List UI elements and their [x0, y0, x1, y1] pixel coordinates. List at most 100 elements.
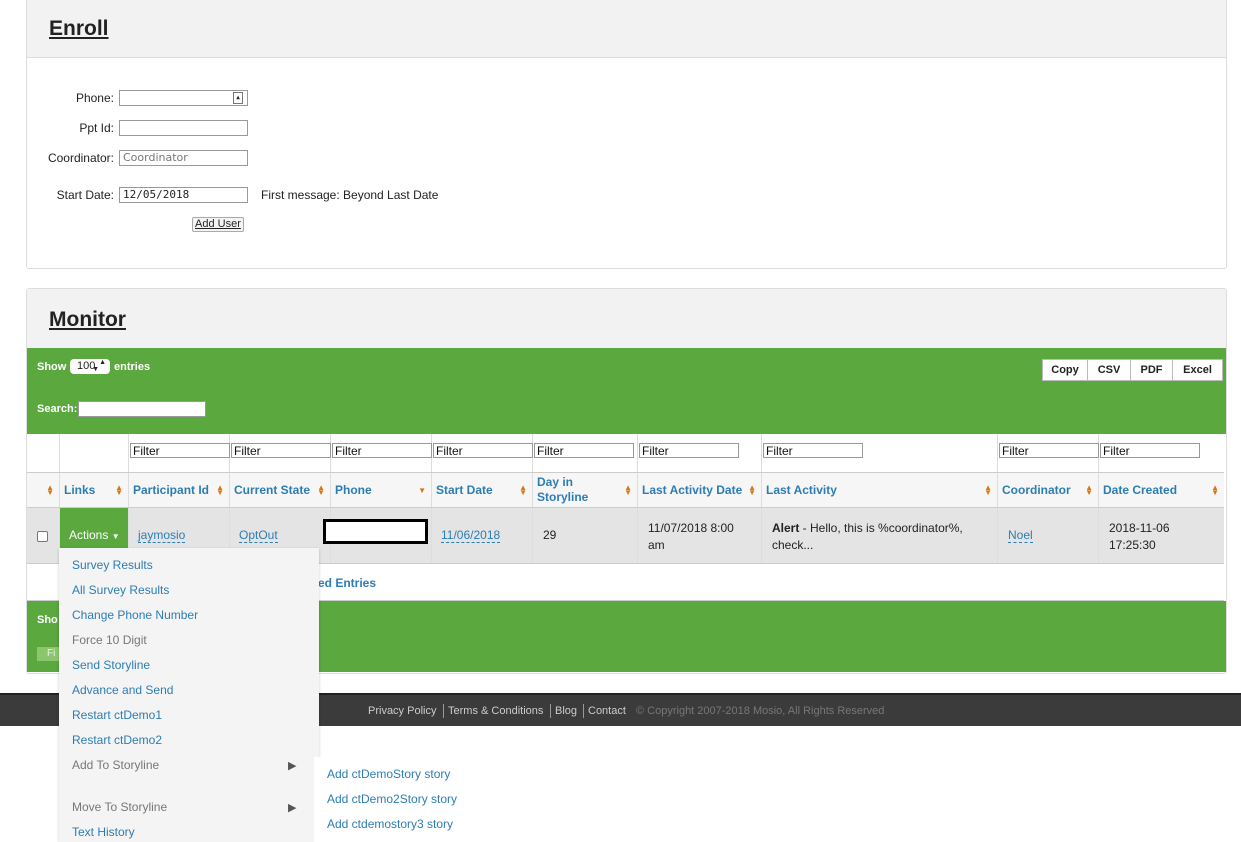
copy-button[interactable]: Copy — [1042, 359, 1088, 381]
coordinator-link[interactable]: Noel — [1008, 528, 1033, 543]
ppt-id-label: Ppt Id: — [79, 121, 114, 135]
menu-force-10-digit[interactable]: Force 10 Digit — [72, 633, 147, 647]
participant-link[interactable]: jaymosio — [138, 528, 186, 543]
ppt-id-input[interactable] — [119, 120, 248, 136]
submenu-item[interactable]: Add ctDemoStory story — [327, 767, 450, 781]
filter-participant[interactable]: Filter — [130, 443, 230, 458]
header-label: Last Activity Date — [642, 483, 743, 497]
header-participant[interactable]: Participant Id ▲ ▼ — [129, 473, 230, 507]
sort-icon: ▲ ▼ — [1211, 483, 1219, 497]
filter-last-activity[interactable]: Filter — [763, 443, 863, 458]
phone-input[interactable]: ▲ — [119, 90, 248, 106]
show-label: Show — [37, 361, 67, 373]
filter-last-date[interactable]: Filter — [639, 443, 739, 458]
header-coordinator[interactable]: Coordinator ▲ ▼ — [998, 473, 1099, 507]
sort-icon: ▲ ▼ — [317, 483, 325, 497]
created-cell: 2018-11-06 17:25:30 — [1099, 508, 1224, 563]
entries-select[interactable]: 100 ▲ ▼ — [70, 359, 110, 374]
filter-day[interactable]: Filter — [534, 443, 634, 458]
sort-icon: ▲ ▼ — [519, 483, 527, 497]
last-date-cell: 11/07/2018 8:00 am — [638, 508, 762, 563]
filter-phone[interactable]: Filter — [332, 443, 432, 458]
created-value: 2018-11-06 17:25:30 — [1109, 521, 1170, 552]
filter-cell: Filter — [638, 434, 762, 472]
header-label: Coordinator — [1002, 483, 1071, 497]
entries-label: entries — [114, 361, 151, 373]
header-day[interactable]: Day in Storyline ▲ ▼ — [533, 473, 638, 507]
filter-start[interactable]: Filter — [433, 443, 533, 458]
menu-text-history[interactable]: Text History — [72, 825, 135, 839]
filter-cell — [27, 434, 60, 472]
header-last-date[interactable]: Last Activity Date ▲ ▼ — [638, 473, 762, 507]
filter-cell: Filter — [762, 434, 998, 472]
pdf-button[interactable]: PDF — [1130, 359, 1173, 381]
filter-created[interactable]: Filter — [1100, 443, 1200, 458]
header-links[interactable]: Links ▲ ▼ — [60, 473, 129, 507]
enroll-header: Enroll — [27, 0, 1226, 58]
sort-icon: ▲ ▼ — [46, 483, 54, 497]
header-select[interactable]: ▲ ▼ — [27, 473, 60, 507]
terms-link[interactable]: Terms & Conditions — [448, 705, 543, 717]
selected-entries-link[interactable]: ted Entries — [314, 576, 376, 590]
submenu-arrow-icon: ▶ — [288, 802, 297, 814]
last-activity-text: - Hello, this is %coordinator%, check... — [772, 521, 963, 552]
contact-link[interactable]: Contact — [588, 705, 626, 717]
menu-change-phone[interactable]: Change Phone Number — [72, 608, 198, 622]
header-start[interactable]: Start Date ▲ ▼ — [432, 473, 533, 507]
menu-move-to-storyline[interactable]: Move To Storyline — [72, 800, 167, 814]
actions-label: Actions — [69, 528, 109, 542]
header-last-activity[interactable]: Last Activity ▲ ▼ — [762, 473, 998, 507]
first-message-text: First message: Beyond Last Date — [261, 188, 439, 202]
menu-survey-results[interactable]: Survey Results — [72, 558, 153, 572]
last-activity-cell: Alert - Hello, this is %coordinator%, ch… — [762, 508, 998, 563]
filter-coordinator[interactable]: Filter — [999, 443, 1099, 458]
menu-all-survey-results[interactable]: All Survey Results — [72, 583, 169, 597]
footer-separator — [583, 704, 584, 718]
footer-separator — [550, 704, 551, 718]
header-state[interactable]: Current State ▲ ▼ — [230, 473, 331, 507]
start-date-input[interactable]: 12/05/2018 — [119, 187, 248, 203]
actions-button[interactable]: Actions ▼ — [69, 528, 120, 542]
add-user-button[interactable]: Add User — [192, 217, 244, 232]
header-label: Start Date — [436, 483, 493, 497]
coordinator-cell: Noel — [998, 508, 1099, 563]
menu-restart-ctdemo2[interactable]: Restart ctDemo2 — [72, 733, 162, 747]
blog-link[interactable]: Blog — [555, 705, 577, 717]
menu-add-to-storyline[interactable]: Add To Storyline — [72, 758, 159, 772]
sort-icon: ▲ ▼ — [624, 483, 632, 497]
start-date-label: Start Date: — [56, 188, 114, 202]
submenu-item[interactable]: Add ctdemostory3 story — [327, 817, 453, 831]
header-label: Links — [64, 483, 96, 497]
coordinator-label: Coordinator: — [47, 151, 114, 165]
sort-icon: ▲ ▼ — [984, 483, 992, 497]
search-label: Search: — [37, 403, 78, 415]
sort-icon: ▲ ▼ — [748, 483, 756, 497]
filter-state[interactable]: Filter — [231, 443, 331, 458]
row-checkbox[interactable] — [37, 531, 48, 542]
header-created[interactable]: Date Created ▲ ▼ — [1099, 473, 1224, 507]
filter-cell: Filter — [331, 434, 432, 472]
header-phone[interactable]: Phone ▼ — [331, 473, 432, 507]
submenu-item[interactable]: Add ctDemo2Story story — [327, 792, 457, 806]
sort-icon: ▲ ▼ — [115, 483, 123, 497]
state-link[interactable]: OptOut — [239, 528, 278, 543]
excel-button[interactable]: Excel — [1172, 359, 1223, 381]
day-value: 29 — [543, 528, 557, 542]
last-activity-type: Alert — [772, 521, 800, 535]
sort-icon: ▲ ▼ — [1085, 483, 1093, 497]
filter-cell: Filter — [432, 434, 533, 472]
actions-menu: Survey Results All Survey Results Change… — [59, 548, 319, 842]
search-input[interactable] — [78, 401, 206, 417]
privacy-link[interactable]: Privacy Policy — [368, 705, 436, 717]
menu-restart-ctdemo1[interactable]: Restart ctDemo1 — [72, 708, 162, 722]
csv-button[interactable]: CSV — [1087, 359, 1131, 381]
menu-advance-send[interactable]: Advance and Send — [72, 683, 173, 697]
footer-show-label: Sho — [37, 614, 58, 626]
table-toolbar: Show 100 ▲ ▼ entries Search: Copy CSV PDF… — [27, 348, 1226, 434]
start-date-link[interactable]: 11/06/2018 — [441, 528, 501, 543]
filter-cell: Filter — [129, 434, 230, 472]
coordinator-input[interactable]: Coordinator — [119, 150, 248, 166]
menu-send-storyline[interactable]: Send Storyline — [72, 658, 150, 672]
enroll-panel: Enroll Phone: ▲ Ppt Id: Coordinator: Coo… — [26, 0, 1227, 269]
header-row: ▲ ▼ Links ▲ ▼ Participant Id ▲ ▼ Current Stat… — [27, 473, 1224, 508]
